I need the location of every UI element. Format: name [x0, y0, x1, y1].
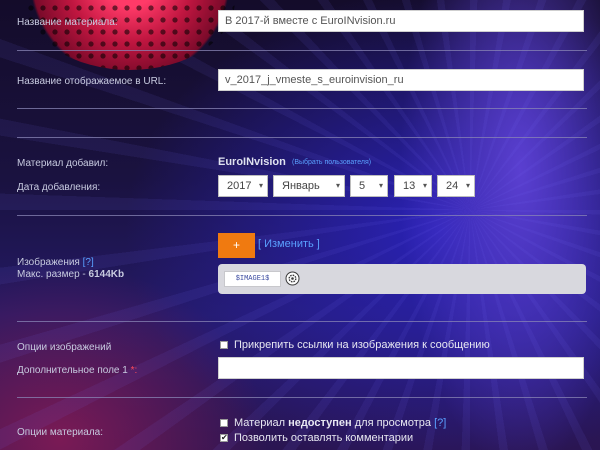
attach-links-checkbox[interactable]	[220, 341, 228, 349]
minute-select[interactable]: 24 ▾	[437, 175, 475, 197]
image-slot-panel: $IMAGE1$	[218, 264, 586, 294]
required-mark: *:	[130, 365, 138, 376]
change-image-link[interactable]: [ Изменить ]	[258, 238, 320, 250]
month-select[interactable]: Январь ▾	[273, 175, 345, 197]
chevron-down-icon: ▾	[465, 181, 470, 190]
image-tag[interactable]: $IMAGE1$	[224, 271, 281, 287]
divider	[17, 137, 587, 138]
unavailable-help-link[interactable]: [?]	[434, 417, 446, 429]
divider	[17, 321, 587, 322]
divider	[17, 397, 587, 398]
divider	[17, 215, 587, 216]
hour-select[interactable]: 13 ▾	[394, 175, 432, 197]
unavailable-label: Материал недоступен для просмотра [?]	[234, 417, 447, 429]
date-label: Дата добавления:	[17, 182, 101, 193]
max-size-label: Макс. размер - 6144Kb	[17, 269, 125, 280]
divider	[17, 50, 587, 51]
chevron-down-icon: ▾	[378, 181, 383, 190]
image-options-label: Опции изображений	[17, 342, 112, 353]
background-rays	[0, 0, 600, 450]
allow-comments-label: Позволить оставлять комментарии	[234, 432, 414, 444]
images-help-link[interactable]: [?]	[83, 257, 94, 268]
choose-user-link[interactable]: (Выбрать пользователя)	[292, 159, 371, 166]
added-by-label: Материал добавил:	[17, 158, 109, 169]
chevron-down-icon: ▾	[258, 181, 263, 190]
day-select[interactable]: 5 ▾	[350, 175, 388, 197]
add-image-button[interactable]: +	[218, 233, 255, 258]
divider	[17, 108, 587, 109]
chevron-down-icon: ▾	[335, 181, 340, 190]
url-label: Название отображаемое в URL:	[17, 76, 167, 87]
chevron-down-icon: ▾	[422, 181, 427, 190]
material-options-label: Опции материала:	[17, 427, 104, 438]
title-input[interactable]: В 2017-й вместе с EuroINvision.ru	[218, 10, 584, 32]
unavailable-checkbox[interactable]	[220, 419, 228, 427]
year-select[interactable]: 2017 ▾	[218, 175, 268, 197]
title-label: Название материала:	[17, 17, 118, 28]
url-input[interactable]: v_2017_j_vmeste_s_euroinvision_ru	[218, 69, 584, 91]
added-by-user: EuroINvision	[218, 156, 286, 168]
extra-field-input[interactable]	[218, 357, 584, 379]
attach-links-label: Прикрепить ссылки на изображения к сообщ…	[234, 339, 490, 351]
allow-comments-checkbox[interactable]: ✔	[220, 434, 228, 442]
gear-icon[interactable]	[285, 271, 300, 286]
extra-field-label: Дополнительное поле 1 *:	[17, 365, 138, 376]
disco-ball-logo	[25, 0, 235, 70]
